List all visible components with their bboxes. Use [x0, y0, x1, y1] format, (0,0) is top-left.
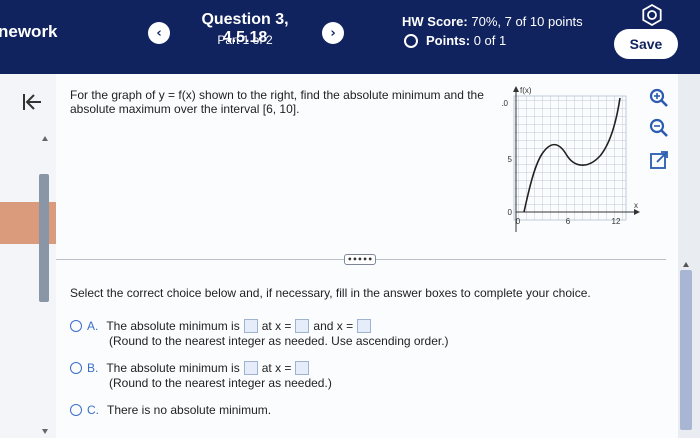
choice-c-text: There is no absolute minimum.: [107, 403, 272, 417]
choice-b-text-2: at x =: [261, 361, 292, 375]
brand-title: nework: [0, 22, 58, 41]
popout-icon[interactable]: [647, 148, 671, 172]
previous-question-button[interactable]: ‹: [148, 22, 170, 44]
choice-a-text-1: The absolute minimum is: [106, 319, 240, 333]
choice-b-x-input[interactable]: [295, 361, 310, 375]
question-panel: For the graph of y = f(x) shown to the r…: [56, 74, 678, 438]
more-button[interactable]: •••••: [344, 254, 376, 265]
choice-b[interactable]: B. The absolute minimum is at x = (Round…: [70, 360, 332, 392]
choice-a-letter: A.: [87, 319, 99, 333]
choice-a-x1-input[interactable]: [295, 319, 310, 333]
header-bar: nework ‹ Question 3, 4.5.18 Part 1 of 2 …: [0, 0, 700, 74]
left-scroll-thumb[interactable]: [39, 174, 49, 302]
y-axis-arrow-icon: [513, 86, 519, 92]
y-tick-10: 10: [502, 99, 509, 108]
choice-a-x2-input[interactable]: [357, 319, 372, 333]
zoom-in-icon[interactable]: [647, 86, 671, 110]
function-graph: 10 5 0 0 6 12 f(x) x: [499, 84, 648, 234]
zoom-out-icon[interactable]: [647, 116, 671, 140]
points: Points: 0 of 1: [404, 33, 506, 48]
choice-b-letter: B.: [87, 361, 99, 375]
collapse-left-icon[interactable]: [20, 90, 44, 114]
points-value: 0 of 1: [473, 33, 507, 48]
choice-b-text-1: The absolute minimum is: [106, 361, 240, 375]
choice-c[interactable]: C. There is no absolute minimum.: [70, 402, 271, 418]
hw-score-label: HW Score:: [402, 14, 468, 29]
graph-grid: [513, 95, 627, 221]
x-tick-6: 6: [566, 217, 571, 226]
question-text: For the graph of y = f(x) shown to the r…: [70, 88, 484, 116]
scroll-down-arrow-icon[interactable]: [42, 429, 48, 434]
right-scrollbar[interactable]: [680, 270, 692, 430]
y-tick-5: 5: [508, 155, 513, 164]
instruction-text: Select the correct choice below and, if …: [70, 286, 591, 300]
right-scroll-up-icon[interactable]: [683, 262, 689, 267]
points-circle-icon: [404, 33, 418, 48]
y-axis-label: f(x): [520, 86, 532, 95]
y-tick-0: 0: [508, 208, 513, 217]
save-button[interactable]: Save: [614, 29, 678, 59]
x-tick-12: 12: [612, 217, 621, 226]
left-scrollbar[interactable]: [39, 136, 49, 434]
choice-a-hint: (Round to the nearest integer as needed.…: [109, 334, 449, 348]
choice-a-text-2: at x =: [261, 319, 292, 333]
choice-a-text-3: and x =: [313, 319, 354, 333]
choice-a-min-input[interactable]: [243, 319, 258, 333]
choice-b-min-input[interactable]: [243, 361, 258, 375]
choice-a[interactable]: A. The absolute minimum is at x = and x …: [70, 318, 449, 350]
x-tick-0: 0: [516, 217, 521, 226]
choice-b-hint: (Round to the nearest integer as needed.…: [109, 376, 332, 390]
choice-c-radio[interactable]: [70, 404, 82, 416]
graph-svg: 10 5 0 0 6 12 f(x) x: [499, 86, 640, 232]
x-axis-label: x: [634, 201, 638, 210]
points-label: Points:: [426, 33, 471, 48]
question-part: Part 1 of 2: [217, 33, 273, 47]
hw-score-value: 70%, 7 of 10 points: [471, 14, 583, 29]
scroll-up-arrow-icon[interactable]: [42, 136, 48, 141]
next-question-button[interactable]: ›: [322, 22, 344, 44]
choice-c-letter: C.: [87, 403, 99, 417]
gear-icon[interactable]: [640, 3, 664, 27]
hw-score: HW Score: 70%, 7 of 10 points: [402, 14, 583, 29]
choice-b-radio[interactable]: [70, 362, 82, 374]
choice-a-radio[interactable]: [70, 320, 82, 332]
